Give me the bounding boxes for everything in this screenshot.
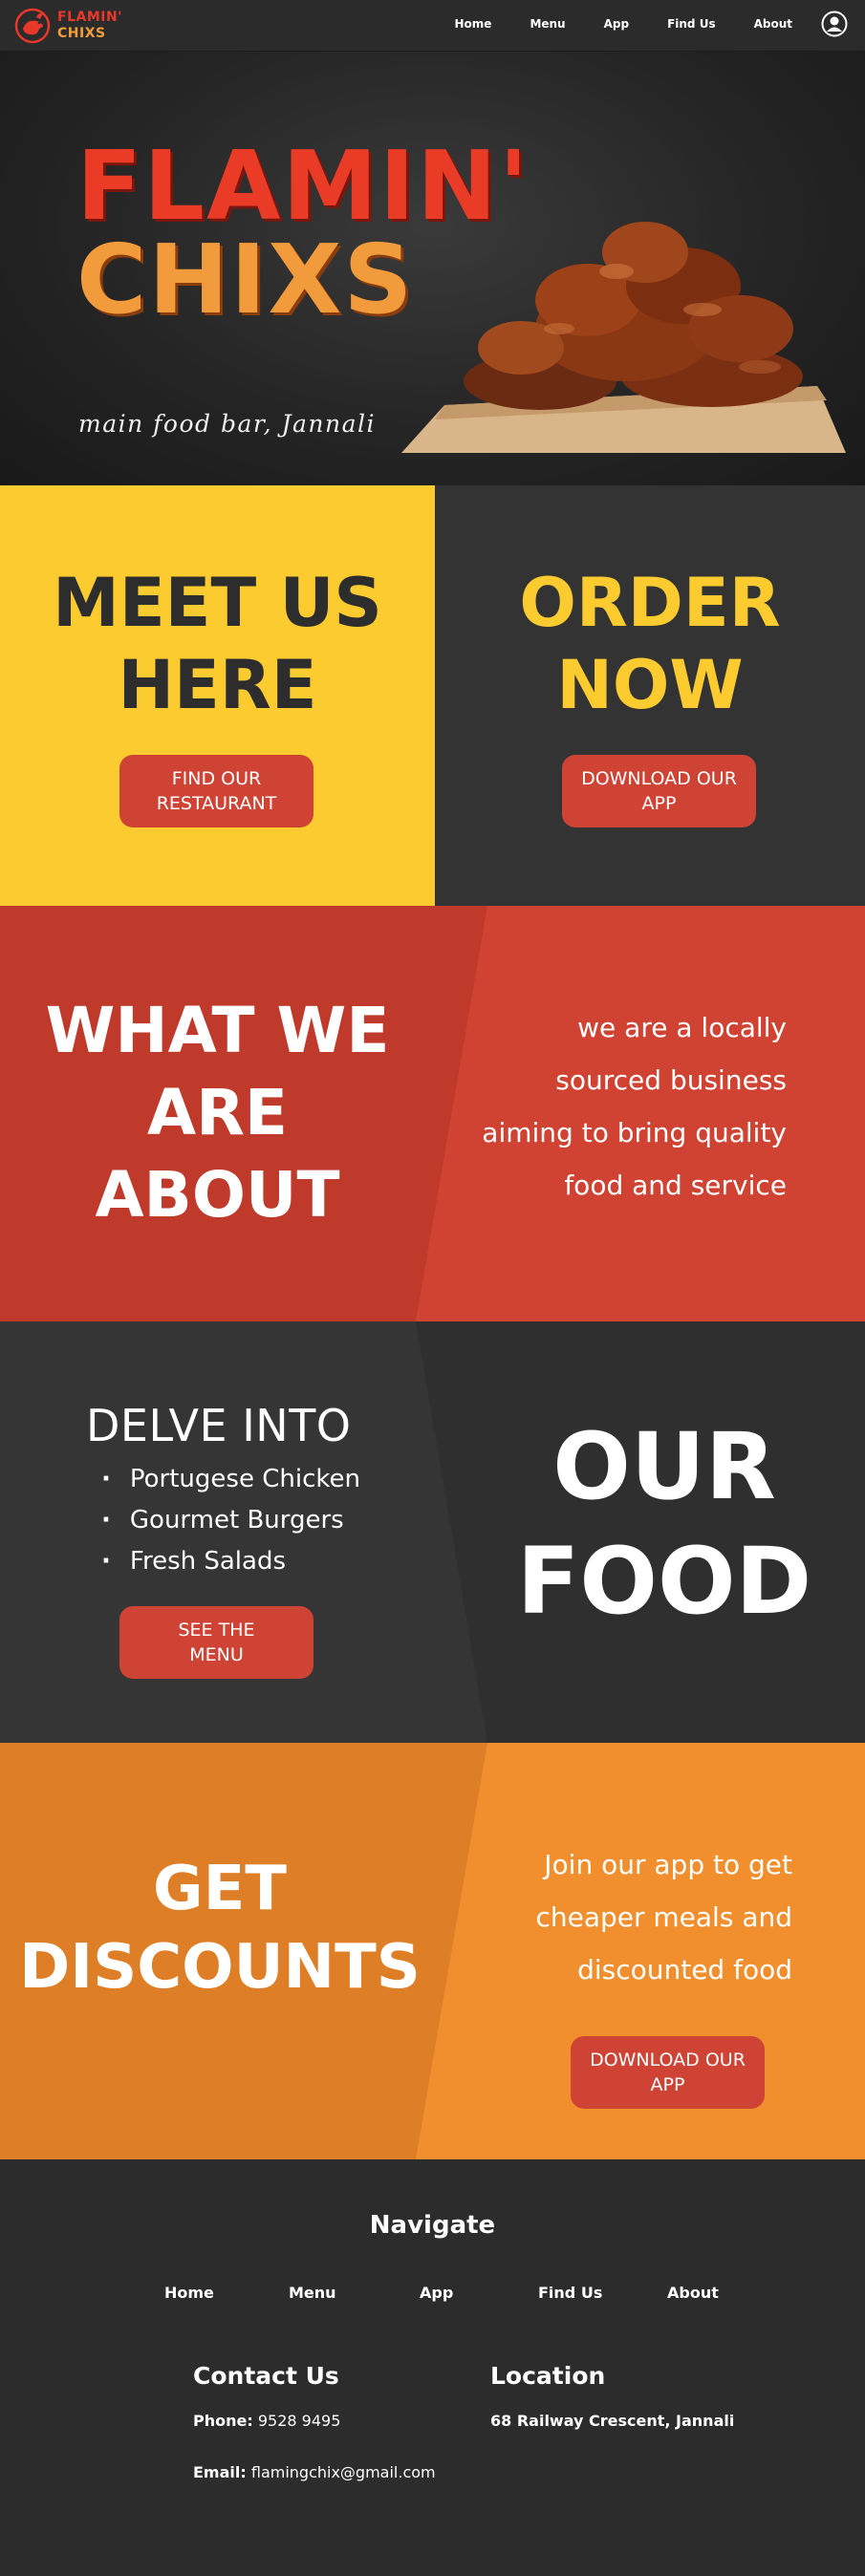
find-restaurant-button-line1: FIND OUR	[171, 768, 262, 789]
list-item: Fresh Salads	[101, 1541, 360, 1582]
our-food-title: OUR FOOD	[483, 1409, 846, 1639]
footer-link-app[interactable]: App	[420, 2284, 453, 2302]
footer-link-menu[interactable]: Menu	[289, 2284, 336, 2302]
see-menu-button[interactable]: SEE THE MENU	[119, 1606, 314, 1679]
about-description: we are a locally sourced business aiming…	[443, 1001, 787, 1212]
footer-navigate-heading: Navigate	[369, 2211, 496, 2240]
nav-link-find-us[interactable]: Find Us	[667, 17, 716, 31]
hero-subtitle: main food bar, Jannali	[78, 410, 376, 438]
phone-value: 9528 9495	[257, 2412, 341, 2430]
top-nav: FLAMIN' CHIXS Home Menu App Find Us Abou…	[0, 0, 865, 52]
discounts-text-line: cheaper meals and	[535, 1901, 792, 1933]
contact-us-heading: Contact Us	[193, 2362, 339, 2390]
email-line: Email: flamingchix@gmail.com	[193, 2463, 436, 2481]
see-menu-button-line2: MENU	[189, 1644, 244, 1665]
discounts-description: Join our app to get cheaper meals and di…	[448, 1838, 792, 1996]
about-text-line: we are a locally	[577, 1012, 787, 1043]
user-account-icon[interactable]	[821, 11, 848, 37]
find-restaurant-button[interactable]: FIND OUR RESTAURANT	[119, 755, 314, 827]
delve-into-heading: DELVE INTO	[86, 1400, 352, 1451]
about-title-line1: WHAT WE	[45, 994, 390, 1067]
logo-text-line2: CHIXS	[57, 26, 106, 41]
address-text: 68 Railway Crescent, Jannali	[490, 2412, 735, 2430]
download-app-discounts-button-line2: APP	[650, 2074, 685, 2095]
phone-label: Phone:	[193, 2412, 253, 2430]
discounts-title-line2: DISCOUNTS	[19, 1932, 421, 2003]
about-title-line3: ABOUT	[95, 1158, 340, 1232]
discounts-section: GET DISCOUNTS Join our app to get cheape…	[0, 1743, 865, 2159]
about-title-line2: ARE	[147, 1076, 288, 1149]
nav-link-about[interactable]: About	[754, 17, 792, 31]
nav-link-menu[interactable]: Menu	[530, 17, 565, 31]
meet-us-title: MEET US HERE	[0, 562, 435, 726]
food-list: Portugese Chicken Gourmet Burgers Fresh …	[101, 1459, 360, 1582]
logo[interactable]: FLAMIN' CHIXS	[11, 6, 122, 46]
email-label: Email:	[193, 2463, 247, 2481]
download-app-discounts-button-line1: DOWNLOAD OUR	[590, 2050, 746, 2071]
order-now-title-line2: NOW	[556, 646, 744, 724]
download-app-button-line2: APP	[641, 793, 677, 814]
about-text-line: sourced business	[555, 1064, 787, 1096]
meet-us-panel: MEET US HERE FIND OUR RESTAURANT	[0, 485, 435, 906]
about-title: WHAT WE ARE ABOUT	[0, 990, 435, 1236]
download-app-discounts-button[interactable]: DOWNLOAD OUR APP	[571, 2036, 765, 2109]
download-app-button[interactable]: DOWNLOAD OUR APP	[562, 755, 756, 827]
location-heading: Location	[490, 2362, 606, 2390]
order-now-title: ORDER NOW	[435, 562, 865, 726]
hero-banner: FLAMIN' CHIXS main food bar, Jannali	[0, 52, 865, 485]
see-menu-button-line1: SEE THE	[178, 1620, 255, 1641]
footer-link-find-us[interactable]: Find Us	[538, 2284, 602, 2302]
footer-link-home[interactable]: Home	[164, 2284, 214, 2302]
chicken-logo-icon	[14, 8, 51, 44]
list-item: Gourmet Burgers	[101, 1500, 360, 1541]
email-value[interactable]: flamingchix@gmail.com	[251, 2463, 436, 2481]
about-text-line: aiming to bring quality	[482, 1117, 787, 1148]
discounts-title: GET DISCOUNTS	[0, 1850, 440, 2007]
discounts-text-line: Join our app to get	[544, 1849, 792, 1880]
logo-text-line1: FLAMIN'	[57, 10, 122, 25]
discounts-title-line1: GET	[153, 1854, 287, 1924]
meet-us-title-line1: MEET US	[53, 564, 382, 642]
main-nav: Home Menu App Find Us About	[417, 17, 793, 31]
about-text-line: food and service	[564, 1170, 787, 1201]
our-food-title-line2: FOOD	[516, 1528, 812, 1635]
phone-line: Phone: 9528 9495	[193, 2412, 340, 2430]
nav-link-app[interactable]: App	[604, 17, 629, 31]
footer-link-about[interactable]: About	[667, 2284, 719, 2302]
discounts-text-line: discounted food	[577, 1954, 792, 1986]
food-section: DELVE INTO Portugese Chicken Gourmet Bur…	[0, 1321, 865, 1743]
order-now-panel: ORDER NOW DOWNLOAD OUR APP	[435, 485, 865, 906]
footer: Navigate Home Menu App Find Us About Con…	[0, 2159, 865, 2576]
about-section: WHAT WE ARE ABOUT we are a locally sourc…	[0, 906, 865, 1321]
meet-us-title-line2: HERE	[118, 646, 317, 724]
our-food-title-line1: OUR	[552, 1413, 776, 1520]
chicken-wings-image	[401, 222, 846, 453]
download-app-button-line1: DOWNLOAD OUR	[581, 768, 737, 789]
order-now-title-line1: ORDER	[519, 564, 781, 642]
list-item: Portugese Chicken	[101, 1459, 360, 1500]
find-restaurant-button-line2: RESTAURANT	[156, 793, 277, 814]
meet-order-section: MEET US HERE FIND OUR RESTAURANT ORDER NO…	[0, 485, 865, 906]
nav-link-home[interactable]: Home	[455, 17, 492, 31]
